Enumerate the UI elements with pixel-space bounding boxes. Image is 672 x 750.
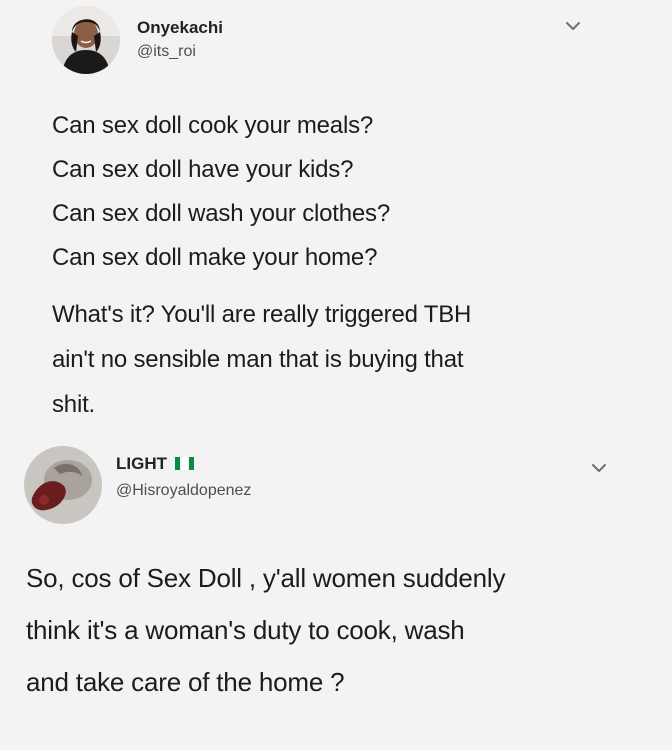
chevron-down-icon[interactable] [589, 458, 609, 478]
avatar-image [52, 6, 120, 74]
tweet-text-line: So, cos of Sex Doll , y'all women sudden… [26, 563, 506, 593]
author-name[interactable]: LIGHT [116, 454, 196, 474]
avatar-image [24, 446, 102, 524]
chevron-down-icon[interactable] [563, 16, 583, 36]
tweet: LIGHT @Hisroyaldopenez So, cos of Sex Do… [0, 430, 672, 750]
avatar[interactable] [52, 6, 120, 74]
tweet-text-line: think it's a woman's duty to cook, wash [26, 615, 465, 645]
tweet-text-paragraph-1: So, cos of Sex Doll , y'all women sudden… [26, 552, 505, 708]
tweet-text-line: ain't no sensible man that is buying tha… [52, 346, 464, 373]
tweet-text-line: Can sex doll cook your meals? [52, 112, 374, 139]
avatar[interactable] [24, 446, 102, 524]
tweet: Onyekachi @its_roi Can sex doll cook you… [0, 0, 672, 430]
author-handle[interactable]: @Hisroyaldopenez [116, 482, 251, 500]
author-name[interactable]: Onyekachi [137, 18, 223, 38]
tweet-text-line: What's it? You'll are really triggered T… [52, 301, 472, 328]
author-handle[interactable]: @its_roi [137, 43, 196, 61]
tweet-text-line: shit. [52, 391, 96, 418]
tweet-text-line: and take care of the home ? [26, 667, 345, 697]
tweet-text-line: Can sex doll make your home? [52, 244, 378, 271]
tweet-text-line: Can sex doll have your kids? [52, 156, 354, 183]
author-name-text: LIGHT [116, 454, 167, 473]
tweet-text-line: Can sex doll wash your clothes? [52, 200, 390, 227]
tweet-text-paragraph-2: What's it? You'll are really triggered T… [52, 292, 471, 427]
nigeria-flag-icon [175, 455, 196, 470]
tweet-text-paragraph-1: Can sex doll cook your meals? Can sex do… [52, 104, 390, 280]
